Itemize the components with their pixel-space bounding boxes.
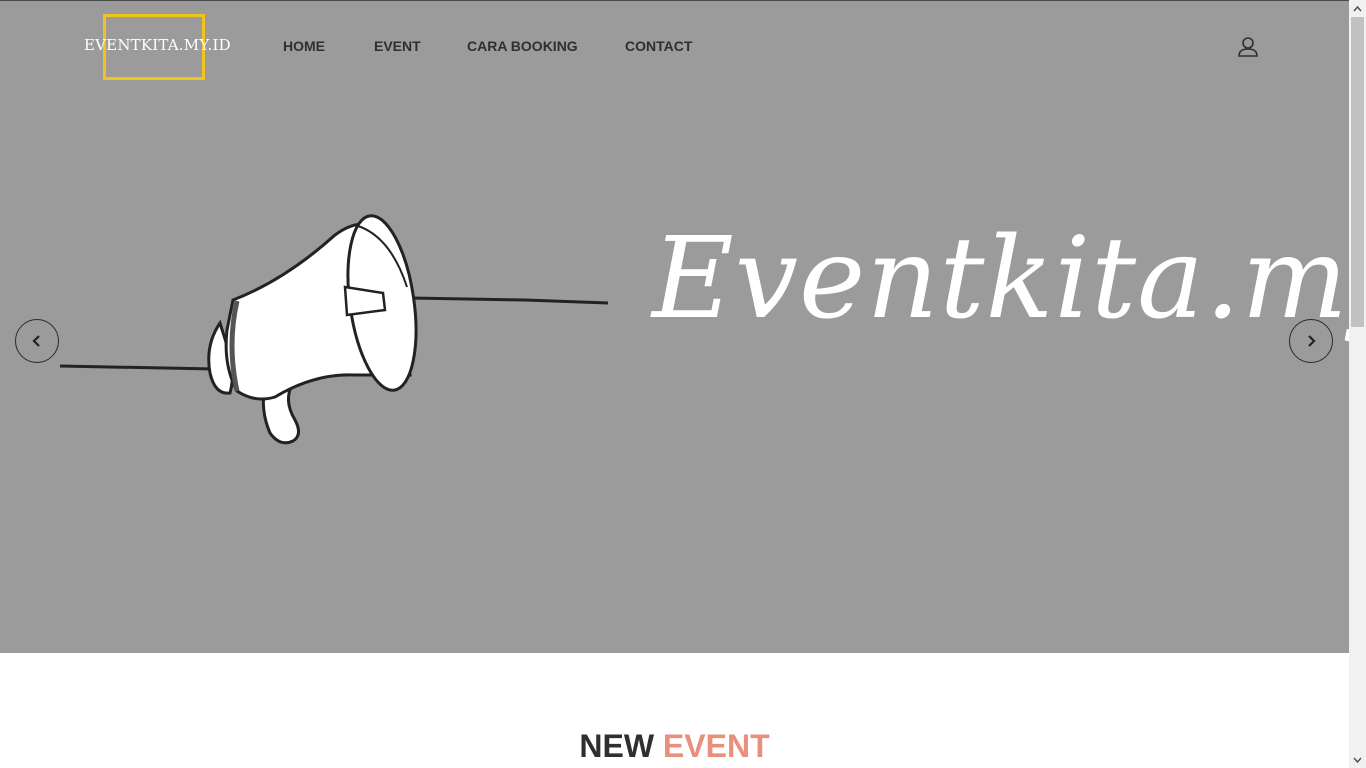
vertical-scrollbar[interactable] (1349, 0, 1366, 768)
scrollbar-thumb[interactable] (1351, 17, 1364, 327)
logo-link[interactable]: EVENTKITA.MY.ID (84, 36, 231, 54)
nav-event[interactable]: EVENT (374, 38, 421, 54)
chevron-left-icon (32, 335, 40, 347)
hero-slider: EVENTKITA.MY.ID HOME EVENT CARA BOOKING … (0, 0, 1366, 653)
section-title: NEW EVENT (0, 728, 1349, 765)
nav-cara-booking[interactable]: CARA BOOKING (467, 38, 578, 54)
scroll-up-arrow-icon[interactable] (1349, 0, 1366, 17)
hero-title: Eventkita.my.id (652, 214, 1366, 344)
nav-contact[interactable]: CONTACT (625, 38, 692, 54)
slider-next-button[interactable] (1289, 319, 1333, 363)
section-title-part2: EVENT (662, 728, 770, 764)
nav-home[interactable]: HOME (283, 38, 325, 54)
section-title-part1: NEW (579, 728, 655, 764)
megaphone-icon (55, 205, 615, 455)
slider-prev-button[interactable] (15, 319, 59, 363)
chevron-right-icon (1308, 335, 1316, 347)
scroll-down-arrow-icon[interactable] (1349, 751, 1366, 768)
top-border (0, 0, 1349, 1)
user-icon[interactable] (1237, 36, 1259, 58)
page: EVENTKITA.MY.ID HOME EVENT CARA BOOKING … (0, 0, 1366, 768)
